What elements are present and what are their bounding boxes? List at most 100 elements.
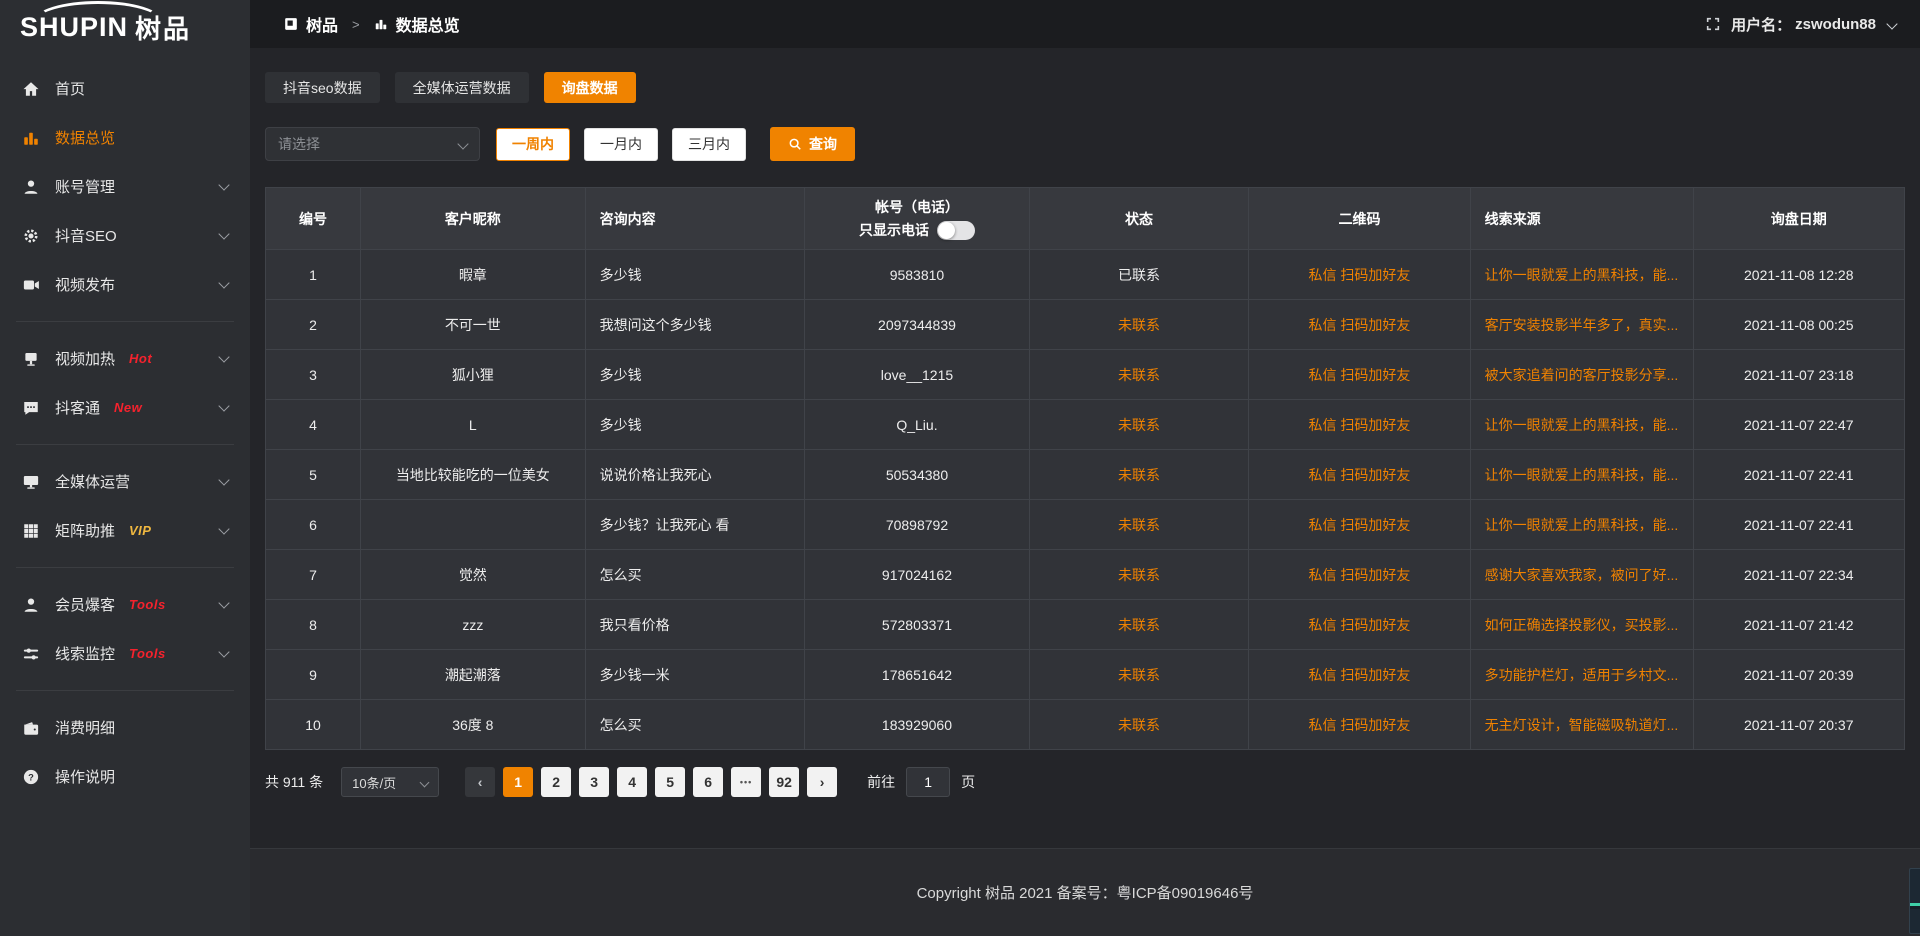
cell-nickname: 觉然 xyxy=(361,550,586,600)
cell-qr[interactable]: 私信 扫码加好友 xyxy=(1249,450,1470,500)
table-row: 3狐小狸多少钱love__1215未联系私信 扫码加好友被大家追着问的客厅投影分… xyxy=(266,350,1905,400)
next-page-button[interactable]: › xyxy=(807,767,837,797)
cell-qr[interactable]: 私信 扫码加好友 xyxy=(1249,350,1470,400)
per-page-select[interactable]: 10条/页 xyxy=(341,767,439,797)
per-page-value: 10条/页 xyxy=(352,773,396,792)
cell-qr[interactable]: 私信 扫码加好友 xyxy=(1249,300,1470,350)
cell-qr[interactable]: 私信 扫码加好友 xyxy=(1249,650,1470,700)
bar-chart-icon xyxy=(374,17,388,31)
goto-label: 前往 xyxy=(867,772,895,792)
sidebar-item-全媒体运营[interactable]: 全媒体运营 xyxy=(0,457,250,506)
cell-content: 我只看价格 xyxy=(585,600,805,650)
cell-account: 178651642 xyxy=(805,650,1030,700)
total-count-label: 共 911 条 xyxy=(265,772,323,792)
floating-widget[interactable] xyxy=(1909,868,1920,934)
range-button-三月内[interactable]: 三月内 xyxy=(672,128,746,161)
goto-suffix: 页 xyxy=(961,772,975,792)
column-header-二维码: 二维码 xyxy=(1249,188,1470,250)
tab-抖音seo数据[interactable]: 抖音seo数据 xyxy=(265,72,380,103)
cell-content: 怎么买 xyxy=(585,550,805,600)
sidebar-item-矩阵助推[interactable]: 矩阵助推VIP xyxy=(0,506,250,555)
toggle-knob xyxy=(938,222,955,239)
cell-status: 已联系 xyxy=(1029,250,1249,300)
account-select[interactable]: 请选择 xyxy=(265,127,480,161)
page-button-6[interactable]: 6 xyxy=(693,767,723,797)
copyright-text: Copyright 树品 2021 备案号：粤ICP备09019646号 xyxy=(917,882,1254,903)
phone-only-toggle[interactable] xyxy=(937,221,975,240)
goto-page-input[interactable] xyxy=(906,767,950,797)
cell-source[interactable]: 客厅安装投影半年多了，真实... xyxy=(1470,300,1693,350)
page-button-2[interactable]: 2 xyxy=(541,767,571,797)
sidebar-item-线索监控[interactable]: 线索监控Tools xyxy=(0,629,250,678)
search-button[interactable]: 查询 xyxy=(770,127,855,161)
fullscreen-icon[interactable] xyxy=(1705,16,1721,32)
sidebar-item-label: 账号管理 xyxy=(55,176,115,197)
range-button-一周内[interactable]: 一周内 xyxy=(496,128,570,161)
tab-全媒体运营数据[interactable]: 全媒体运营数据 xyxy=(395,72,529,103)
page-button-3[interactable]: 3 xyxy=(579,767,609,797)
tab-询盘数据[interactable]: 询盘数据 xyxy=(544,72,636,103)
cell-source[interactable]: 无主灯设计，智能磁吸轨道灯... xyxy=(1470,700,1693,750)
sidebar-item-label: 抖音SEO xyxy=(55,225,117,246)
cell-account: 70898792 xyxy=(805,500,1030,550)
sidebar-badge-tools: Tools xyxy=(129,597,166,612)
grid-icon xyxy=(22,522,40,540)
username-value[interactable]: zswodun88 xyxy=(1795,16,1876,33)
chevron-down-icon xyxy=(457,138,468,149)
cell-source[interactable]: 感谢大家喜欢我家，被问了好... xyxy=(1470,550,1693,600)
sidebar-item-抖音SEO[interactable]: 抖音SEO xyxy=(0,211,250,260)
cell-source[interactable]: 让你一眼就爱上的黑科技，能... xyxy=(1470,450,1693,500)
cell-no: 9 xyxy=(266,650,361,700)
cell-no: 10 xyxy=(266,700,361,750)
sidebar-item-视频加热[interactable]: 视频加热Hot xyxy=(0,334,250,383)
more-pages-button[interactable]: ••• xyxy=(731,767,761,797)
cell-source[interactable]: 让你一眼就爱上的黑科技，能... xyxy=(1470,250,1693,300)
cell-no: 7 xyxy=(266,550,361,600)
sidebar-item-首页[interactable]: 首页 xyxy=(0,64,250,113)
cell-qr[interactable]: 私信 扫码加好友 xyxy=(1249,700,1470,750)
cell-qr[interactable]: 私信 扫码加好友 xyxy=(1249,400,1470,450)
sidebar-item-会员爆客[interactable]: 会员爆客Tools xyxy=(0,580,250,629)
cell-source[interactable]: 被大家追着问的客厅投影分享... xyxy=(1470,350,1693,400)
sidebar-item-label: 线索监控 xyxy=(55,643,115,664)
sidebar-item-消费明细[interactable]: 消费明细 xyxy=(0,703,250,752)
page-button-4[interactable]: 4 xyxy=(617,767,647,797)
cell-qr[interactable]: 私信 扫码加好友 xyxy=(1249,600,1470,650)
sidebar-item-数据总览[interactable]: 数据总览 xyxy=(0,113,250,162)
cell-source[interactable]: 如何正确选择投影仪，买投影... xyxy=(1470,600,1693,650)
search-icon xyxy=(788,137,802,151)
bar-chart-icon xyxy=(22,129,40,147)
brand-logo[interactable]: SHUPIN 树品 xyxy=(0,0,250,54)
chevron-down-icon xyxy=(218,277,229,288)
cell-qr[interactable]: 私信 扫码加好友 xyxy=(1249,550,1470,600)
date-range-group: 一周内一月内三月内 xyxy=(496,128,746,161)
sidebar-divider xyxy=(16,567,234,568)
cell-no: 6 xyxy=(266,500,361,550)
cell-source[interactable]: 让你一眼就爱上的黑科技，能... xyxy=(1470,500,1693,550)
cell-source[interactable]: 让你一眼就爱上的黑科技，能... xyxy=(1470,400,1693,450)
cell-date: 2021-11-07 22:41 xyxy=(1693,500,1905,550)
sidebar-item-操作说明[interactable]: ?操作说明 xyxy=(0,752,250,801)
sidebar-item-视频发布[interactable]: 视频发布 xyxy=(0,260,250,309)
cell-source[interactable]: 多功能护栏灯，适用于乡村文... xyxy=(1470,650,1693,700)
prev-page-button[interactable]: ‹ xyxy=(465,767,495,797)
sidebar-badge-new: New xyxy=(114,400,142,415)
cell-date: 2021-11-07 21:42 xyxy=(1693,600,1905,650)
sidebar-item-抖客通[interactable]: 抖客通New xyxy=(0,383,250,432)
sidebar: SHUPIN 树品 首页数据总览账号管理抖音SEO 视频发布视频加热Hot抖客通N… xyxy=(0,0,250,936)
chevron-down-icon xyxy=(218,351,229,362)
sidebar-item-账号管理[interactable]: 账号管理 xyxy=(0,162,250,211)
cell-account: 50534380 xyxy=(805,450,1030,500)
cell-qr[interactable]: 私信 扫码加好友 xyxy=(1249,250,1470,300)
cell-content: 多少钱？让我死心 看 xyxy=(585,500,805,550)
page-button-5[interactable]: 5 xyxy=(655,767,685,797)
column-header-帐号（电话）: 帐号（电话）只显示电话 xyxy=(805,188,1030,250)
page-button-92[interactable]: 92 xyxy=(769,767,799,797)
cell-qr[interactable]: 私信 扫码加好友 xyxy=(1249,500,1470,550)
range-button-一月内[interactable]: 一月内 xyxy=(584,128,658,161)
user-menu-chevron-icon[interactable] xyxy=(1886,18,1897,29)
chevron-down-icon xyxy=(218,646,229,657)
page-button-1[interactable]: 1 xyxy=(503,767,533,797)
breadcrumb-root[interactable]: 树品 xyxy=(306,12,338,36)
table-row: 1036度 8怎么买183929060未联系私信 扫码加好友无主灯设计，智能磁吸… xyxy=(266,700,1905,750)
